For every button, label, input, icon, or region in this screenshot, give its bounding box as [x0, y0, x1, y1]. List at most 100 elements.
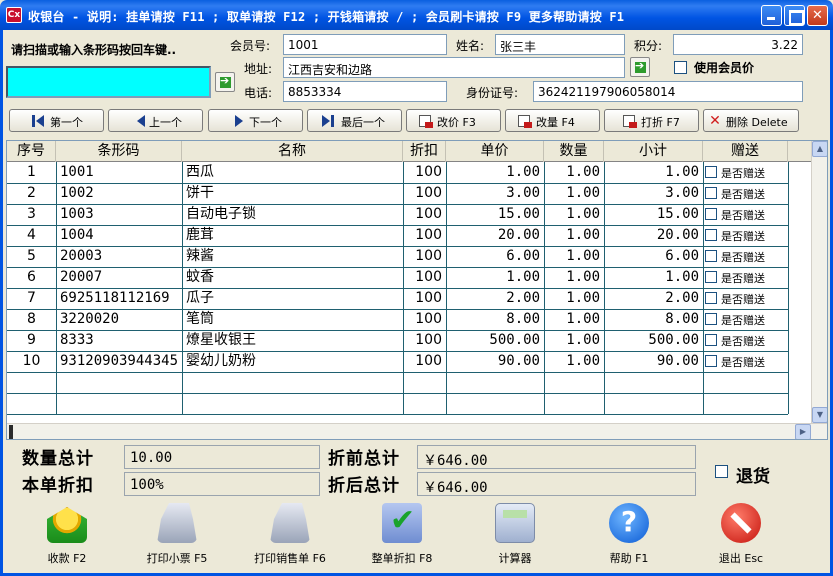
cell-barcode[interactable]: 1003	[56, 204, 182, 225]
horizontal-scrollbar[interactable]: ▶	[7, 423, 827, 439]
minimize-button[interactable]	[761, 5, 782, 26]
cell-price[interactable]: 90.00	[446, 351, 544, 372]
gift-checkbox[interactable]	[705, 292, 717, 304]
cell-no[interactable]: 10	[7, 351, 56, 372]
cell-subtotal[interactable]: 3.00	[604, 183, 703, 204]
delete-button[interactable]: ✕ 删除 Delete	[703, 109, 799, 132]
cell-subtotal[interactable]: 1.00	[604, 267, 703, 288]
cell-name[interactable]: 笔筒	[182, 309, 403, 330]
cell-name[interactable]: 瓜子	[182, 288, 403, 309]
table-row[interactable]: 8 3220020 笔筒 100 8.00 1.00 8.00 是否赠送	[7, 309, 788, 330]
discount-button[interactable]: 打折 F7	[604, 109, 699, 132]
gift-checkbox[interactable]	[705, 187, 717, 199]
cell-barcode[interactable]: 6925118112169	[56, 288, 182, 309]
cell-qty[interactable]: 1.00	[544, 309, 604, 330]
idcard-field[interactable]: 362421197906058014	[533, 81, 803, 102]
table-row[interactable]: 4 1004 鹿茸 100 20.00 1.00 20.00 是否赠送	[7, 225, 788, 246]
header-no[interactable]: 序号	[7, 141, 56, 162]
cell-price[interactable]: 8.00	[446, 309, 544, 330]
cell-subtotal[interactable]: 8.00	[604, 309, 703, 330]
maximize-button[interactable]	[784, 5, 805, 26]
scroll-up-button[interactable]: ▲	[812, 141, 827, 157]
cell-discount[interactable]: 100	[403, 351, 446, 372]
table-row[interactable]: 5 20003 辣酱 100 6.00 1.00 6.00 是否赠送	[7, 246, 788, 267]
cell-qty[interactable]: 1.00	[544, 162, 604, 183]
cell-barcode[interactable]: 1001	[56, 162, 182, 183]
cell-no[interactable]: 9	[7, 330, 56, 351]
gift-checkbox[interactable]	[705, 208, 717, 220]
cell-name[interactable]: 鹿茸	[182, 225, 403, 246]
table-row[interactable]: 2 1002 饼干 100 3.00 1.00 3.00 是否赠送	[7, 183, 788, 204]
cell-barcode[interactable]: 20003	[56, 246, 182, 267]
gift-checkbox[interactable]	[705, 313, 717, 325]
cell-price[interactable]: 15.00	[446, 204, 544, 225]
cell-name[interactable]: 自动电子锁	[182, 204, 403, 225]
cell-barcode[interactable]: 93120903944345	[56, 351, 182, 372]
cell-qty[interactable]: 1.00	[544, 330, 604, 351]
cell-qty[interactable]: 1.00	[544, 267, 604, 288]
cell-subtotal[interactable]: 1.00	[604, 162, 703, 183]
use-member-price-checkbox[interactable]	[674, 61, 687, 74]
scan-submit-button[interactable]	[215, 72, 235, 92]
gift-checkbox[interactable]	[705, 271, 717, 283]
table-row[interactable]: 1 1001 西瓜 100 1.00 1.00 1.00 是否赠送	[7, 162, 788, 183]
cell-price[interactable]: 1.00	[446, 267, 544, 288]
scroll-thumb[interactable]	[9, 425, 13, 439]
cell-price[interactable]: 20.00	[446, 225, 544, 246]
checkout-button[interactable]: 收款 F2	[22, 503, 112, 569]
cell-price[interactable]: 6.00	[446, 246, 544, 267]
cell-qty[interactable]: 1.00	[544, 183, 604, 204]
help-button[interactable]: 帮助 F1	[584, 503, 674, 569]
cell-qty[interactable]: 1.00	[544, 246, 604, 267]
header-subtotal[interactable]: 小计	[604, 141, 703, 162]
cell-no[interactable]: 7	[7, 288, 56, 309]
print-ticket-button[interactable]: 打印小票 F5	[132, 503, 222, 569]
member-go-button[interactable]	[630, 57, 650, 77]
cell-qty[interactable]: 1.00	[544, 225, 604, 246]
cell-name[interactable]: 西瓜	[182, 162, 403, 183]
table-row[interactable]: 7 6925118112169 瓜子 100 2.00 1.00 2.00 是否赠送	[7, 288, 788, 309]
scroll-down-button[interactable]: ▼	[812, 407, 827, 423]
cell-discount[interactable]: 100	[403, 225, 446, 246]
cell-name[interactable]: 燎星收银王	[182, 330, 403, 351]
points-field[interactable]: 3.22	[673, 34, 803, 55]
cell-no[interactable]: 2	[7, 183, 56, 204]
gift-checkbox[interactable]	[705, 229, 717, 241]
cell-no[interactable]: 3	[7, 204, 56, 225]
gift-checkbox[interactable]	[705, 166, 717, 178]
cell-name[interactable]: 辣酱	[182, 246, 403, 267]
cell-discount[interactable]: 100	[403, 309, 446, 330]
address-field[interactable]: 江西吉安和边路	[283, 57, 625, 78]
header-discount[interactable]: 折扣	[403, 141, 446, 162]
cell-discount[interactable]: 100	[403, 288, 446, 309]
prev-record-button[interactable]: 上一个	[108, 109, 203, 132]
change-qty-button[interactable]: 改量 F4	[505, 109, 600, 132]
cell-barcode[interactable]: 3220020	[56, 309, 182, 330]
vertical-scrollbar[interactable]: ▲ ▼	[811, 141, 827, 423]
cell-barcode[interactable]: 1002	[56, 183, 182, 204]
cell-qty[interactable]: 1.00	[544, 351, 604, 372]
table-row[interactable]: 6 20007 蚊香 100 1.00 1.00 1.00 是否赠送	[7, 267, 788, 288]
cell-barcode[interactable]: 20007	[56, 267, 182, 288]
cell-no[interactable]: 8	[7, 309, 56, 330]
cell-barcode[interactable]: 8333	[56, 330, 182, 351]
cell-no[interactable]: 1	[7, 162, 56, 183]
exit-button[interactable]: 退出 Esc	[696, 503, 786, 569]
cell-qty[interactable]: 1.00	[544, 204, 604, 225]
cell-name[interactable]: 蚊香	[182, 267, 403, 288]
cell-price[interactable]: 1.00	[446, 162, 544, 183]
table-row[interactable]: 9 8333 燎星收银王 100 500.00 1.00 500.00 是否赠送	[7, 330, 788, 351]
cell-qty[interactable]: 1.00	[544, 288, 604, 309]
return-checkbox[interactable]	[715, 465, 728, 478]
header-barcode[interactable]: 条形码	[56, 141, 182, 162]
phone-field[interactable]: 8853334	[283, 81, 447, 102]
barcode-input[interactable]	[6, 66, 211, 98]
cell-discount[interactable]: 100	[403, 204, 446, 225]
cell-no[interactable]: 5	[7, 246, 56, 267]
cell-subtotal[interactable]: 2.00	[604, 288, 703, 309]
cell-subtotal[interactable]: 20.00	[604, 225, 703, 246]
table-row[interactable]: 10 93120903944345 婴幼儿奶粉 100 90.00 1.00 90.00 是否…	[7, 351, 788, 372]
member-name-field[interactable]: 张三丰	[495, 34, 625, 55]
cell-discount[interactable]: 100	[403, 183, 446, 204]
table-row[interactable]: 3 1003 自动电子锁 100 15.00 1.00 15.00 是否赠送	[7, 204, 788, 225]
